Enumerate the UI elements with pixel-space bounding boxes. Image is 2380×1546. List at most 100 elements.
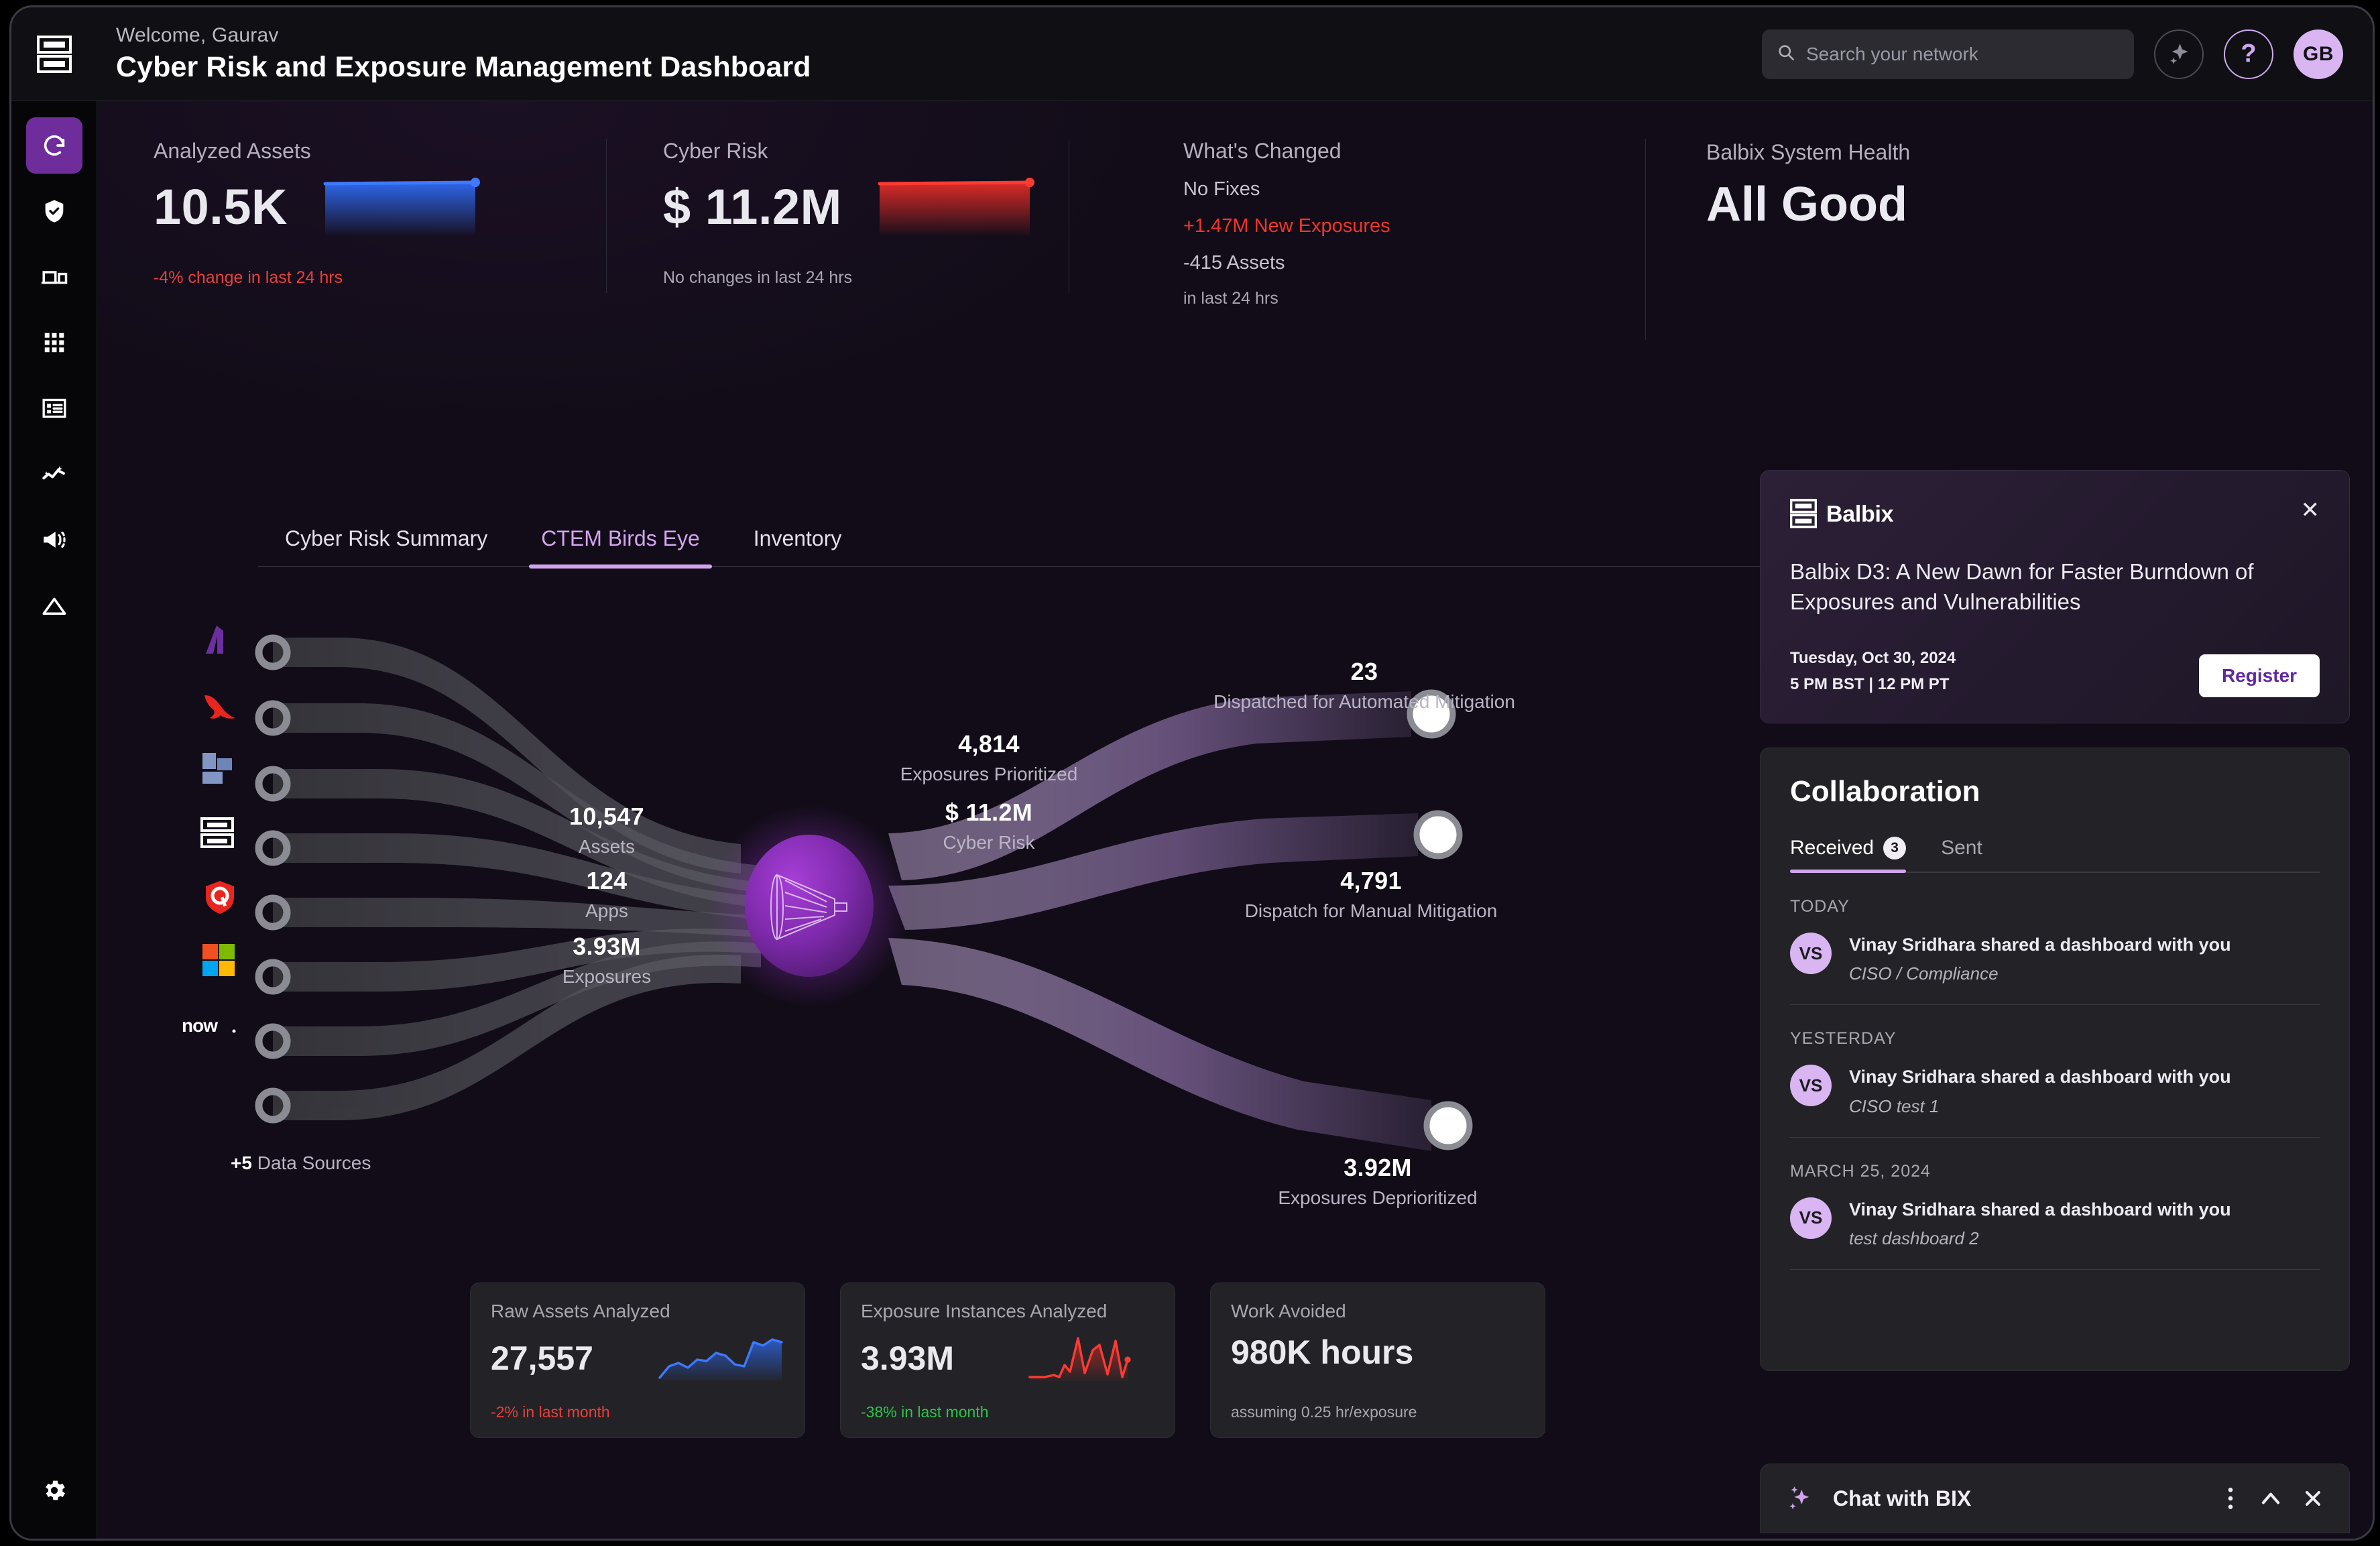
register-button[interactable]: Register	[2199, 654, 2320, 697]
promo-card[interactable]: Balbix ✕ Balbix D3: A New Dawn for Faste…	[1760, 470, 2350, 723]
kebab-menu-icon[interactable]	[2220, 1486, 2241, 1511]
kpi-strip: Analyzed Assets 10.5K	[97, 101, 2373, 348]
changed-footer: in last 24 hrs	[1183, 289, 1646, 308]
changed-line: No Fixes	[1183, 178, 1646, 200]
kpi-label: Analyzed Assets	[154, 139, 607, 164]
cyber-risk-sparkline	[877, 174, 1038, 239]
header-titles: Welcome, Gaurav Cyber Risk and Exposure …	[97, 24, 1762, 84]
kpi-note: -4% change in last 24 hrs	[154, 268, 607, 288]
data-sources-footnote: +5 Data Sources	[231, 1152, 371, 1174]
content-tabs: Cyber Risk Summary CTEM Birds Eye Invent…	[258, 517, 1773, 567]
balbix-logo-icon[interactable]	[11, 36, 97, 73]
promo-time: 5 PM BST | 12 PM PT	[1790, 672, 1956, 697]
app-header: Welcome, Gaurav Cyber Risk and Exposure …	[11, 7, 2373, 101]
stat-value: 980K hours	[1231, 1333, 1413, 1372]
list-item[interactable]: VS Vinay Sridhara shared a dashboard wit…	[1790, 1065, 2320, 1136]
sparkle-ai-icon[interactable]	[2154, 29, 2204, 79]
system-health-panel: Balbix System Health All Good	[1646, 101, 1910, 348]
search-icon	[1777, 43, 1795, 65]
sidebar-item-reports[interactable]	[26, 380, 82, 436]
right-rail: Balbix ✕ Balbix D3: A New Dawn for Faste…	[1760, 470, 2350, 1371]
stat-title: Raw Assets Analyzed	[491, 1301, 784, 1322]
tab-received-label: Received	[1790, 837, 1874, 859]
balbix-logo-icon	[199, 815, 235, 851]
flow-input-ribbons	[273, 638, 774, 1120]
whats-changed-label: What's Changed	[1183, 139, 1646, 164]
app-root: Welcome, Gaurav Cyber Risk and Exposure …	[0, 0, 2380, 1546]
exposure-instances-sparkline	[1027, 1333, 1154, 1384]
engine-hub	[745, 835, 874, 977]
header-actions: ? GB	[1762, 29, 2373, 79]
sidebar-item-insights[interactable]	[26, 446, 82, 502]
close-icon[interactable]: ✕	[2301, 499, 2320, 522]
list-item-subtitle: CISO / Compliance	[1849, 963, 2231, 984]
list-item-title: Vinay Sridhara shared a dashboard with y…	[1849, 933, 2231, 957]
svg-text:now: now	[182, 1015, 218, 1036]
kpi-label: Cyber Risk	[663, 139, 1116, 164]
tab-inventory[interactable]: Inventory	[727, 517, 869, 566]
stat-title: Work Avoided	[1231, 1301, 1525, 1322]
avatar: VS	[1790, 1065, 1832, 1106]
qualys-logo-icon	[202, 879, 238, 915]
received-count-badge: 3	[1883, 837, 1906, 859]
list-item-title: Vinay Sridhara shared a dashboard with y…	[1849, 1065, 2231, 1089]
help-icon[interactable]: ?	[2224, 29, 2273, 79]
promo-date: Tuesday, Oct 30, 2024	[1790, 646, 1956, 671]
list-item[interactable]: VS Vinay Sridhara shared a dashboard wit…	[1790, 1197, 2320, 1269]
main-content: Analyzed Assets 10.5K	[97, 101, 2373, 1539]
flow-output-ribbons	[888, 691, 1431, 1151]
tab-received[interactable]: Received 3	[1790, 837, 1906, 872]
sidebar-item-assets[interactable]	[26, 249, 82, 305]
stat-foot: -2% in last month	[491, 1403, 610, 1421]
stat-card-row: Raw Assets Analyzed 27,557 -2% in las	[470, 1283, 1545, 1438]
stat-card-work-avoided[interactable]: Work Avoided 980K hours assuming 0.25 hr…	[1210, 1283, 1545, 1438]
promo-datetime: Tuesday, Oct 30, 2024 5 PM BST | 12 PM P…	[1790, 646, 1956, 697]
promo-brand-name: Balbix	[1826, 501, 1893, 528]
stat-value: 3.93M	[861, 1339, 954, 1378]
kpi-cyber-risk[interactable]: Cyber Risk $ 11.2M	[607, 101, 1116, 348]
jamf-logo-icon	[199, 750, 235, 786]
stat-foot: -38% in last month	[861, 1403, 988, 1421]
stat-card-raw-assets[interactable]: Raw Assets Analyzed 27,557 -2% in las	[470, 1283, 805, 1438]
collaboration-panel: Collaboration Received 3 Sent TODAY VS V…	[1760, 748, 2350, 1371]
sidebar-item-dashboard[interactable]	[26, 117, 82, 174]
system-health-label: Balbix System Health	[1706, 140, 1910, 165]
microsoft-logo-icon	[200, 942, 237, 978]
tab-cyber-risk-summary[interactable]: Cyber Risk Summary	[258, 517, 514, 566]
stat-title: Exposure Instances Analyzed	[861, 1301, 1154, 1322]
sidebar-item-announcements[interactable]	[26, 512, 82, 568]
armis-logo-icon	[196, 621, 233, 658]
collaboration-title: Collaboration	[1790, 775, 2320, 809]
whats-changed-panel: What's Changed No Fixes +1.47M New Expos…	[1116, 101, 1646, 348]
collab-group-label: TODAY	[1790, 897, 2320, 916]
raw-assets-sparkline	[657, 1333, 784, 1384]
whats-changed-list: No Fixes +1.47M New Exposures -415 Asset…	[1183, 178, 1646, 308]
search-input[interactable]	[1806, 44, 2119, 65]
kpi-note: No changes in last 24 hrs	[663, 268, 1116, 288]
close-icon[interactable]	[2301, 1486, 2325, 1510]
avatar[interactable]: GB	[2294, 29, 2343, 79]
list-item[interactable]: VS Vinay Sridhara shared a dashboard wit…	[1790, 933, 2320, 1004]
avatar: VS	[1790, 933, 1832, 974]
changed-line: -415 Assets	[1183, 252, 1646, 274]
welcome-text: Welcome, Gaurav	[116, 24, 1762, 47]
tab-ctem-birds-eye[interactable]: CTEM Birds Eye	[514, 517, 726, 566]
collab-group-label: MARCH 25, 2024	[1790, 1162, 2320, 1181]
window-shell: Welcome, Gaurav Cyber Risk and Exposure …	[9, 5, 2375, 1541]
chat-with-bix-bar[interactable]: Chat with BIX	[1760, 1464, 2350, 1533]
divider	[1790, 1137, 2320, 1138]
sidebar-item-settings[interactable]	[26, 1462, 82, 1519]
sidebar-item-security[interactable]	[26, 183, 82, 239]
search-box[interactable]	[1762, 29, 2134, 79]
tab-sent[interactable]: Sent	[1941, 837, 1982, 872]
ctem-flow-diagram: now +5 Data Sources 10,547 Assets 124 Ap…	[231, 617, 1787, 1221]
sidebar-item-alerts[interactable]	[26, 577, 82, 634]
sidebar-item-apps[interactable]	[26, 314, 82, 371]
kpi-value: 10.5K	[154, 178, 288, 235]
promo-brand: Balbix	[1790, 499, 1893, 530]
output-nodes	[1410, 693, 1470, 1147]
kpi-analyzed-assets[interactable]: Analyzed Assets 10.5K	[97, 101, 607, 348]
list-item-subtitle: CISO test 1	[1849, 1096, 2231, 1117]
stat-card-exposure-instances[interactable]: Exposure Instances Analyzed 3.93M	[840, 1283, 1175, 1438]
chevron-up-icon[interactable]	[2258, 1486, 2283, 1511]
